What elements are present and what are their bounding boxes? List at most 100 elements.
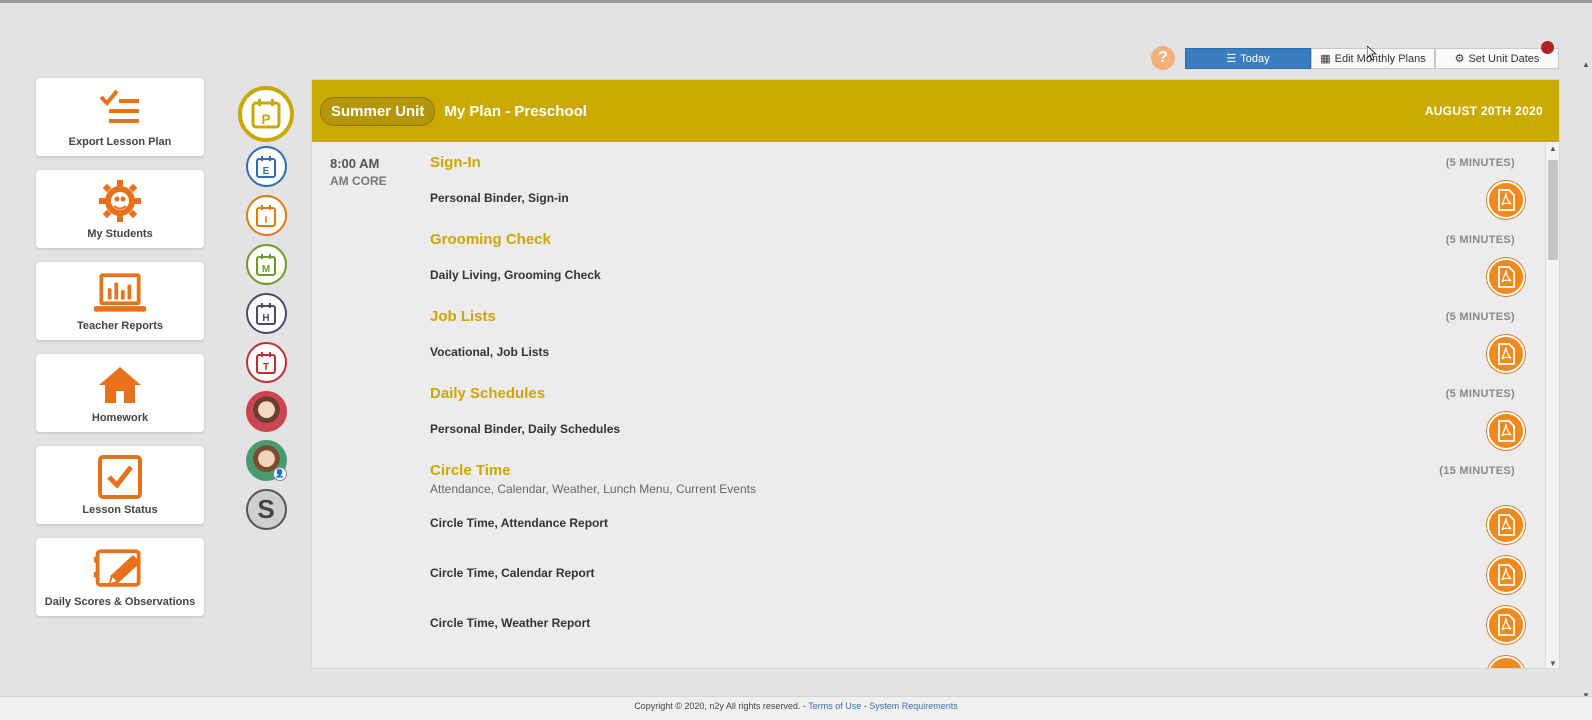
unit-pill[interactable]: Summer Unit bbox=[320, 96, 436, 126]
top-border bbox=[0, 0, 1592, 3]
nav-lesson-status[interactable]: Lesson Status bbox=[36, 446, 204, 524]
subject-circles: P E I M H T 👤 S bbox=[238, 86, 294, 538]
scroll-down-icon[interactable]: ▼ bbox=[1549, 659, 1557, 668]
plan-e-button[interactable]: E bbox=[245, 146, 287, 187]
nav-my-students[interactable]: My Students bbox=[36, 170, 204, 248]
lesson-item[interactable]: Circle Time, Calendar Report bbox=[430, 566, 595, 580]
pdf-button[interactable] bbox=[1487, 656, 1525, 668]
pdf-icon bbox=[1498, 266, 1515, 288]
terms-link[interactable]: Terms of Use bbox=[808, 701, 861, 711]
section-duration: (5 MINUTES) bbox=[1445, 157, 1515, 169]
section-duration: (5 MINUTES) bbox=[1445, 234, 1515, 246]
pdf-icon bbox=[1498, 564, 1515, 586]
edit-label: Edit Monthly Plans bbox=[1334, 52, 1426, 65]
nav-label: Export Lesson Plan bbox=[68, 136, 172, 148]
page-scrollbar[interactable]: ▲ ▼ bbox=[1578, 60, 1592, 700]
svg-text:E: E bbox=[263, 166, 270, 177]
plan-t-button[interactable]: T bbox=[245, 342, 287, 383]
pdf-icon bbox=[1498, 614, 1515, 636]
scroll-up-icon[interactable]: ▲ bbox=[1549, 144, 1557, 153]
home-icon bbox=[92, 360, 148, 410]
calendar-h-icon: H bbox=[256, 302, 276, 325]
mouse-cursor-icon bbox=[1367, 46, 1377, 60]
set-label: Set Unit Dates bbox=[1468, 52, 1540, 65]
pdf-button[interactable] bbox=[1487, 606, 1525, 644]
list-icon: ☰ bbox=[1226, 53, 1237, 65]
footer: Copyright © 2020, n2y All rights reserve… bbox=[0, 696, 1592, 720]
block-label: AM CORE bbox=[330, 174, 387, 188]
plan-h-button[interactable]: H bbox=[245, 293, 287, 334]
plan-s-button[interactable]: S bbox=[245, 489, 287, 530]
pdf-icon bbox=[1498, 420, 1515, 442]
scroll-up-icon[interactable]: ▲ bbox=[1582, 60, 1590, 69]
svg-text:P: P bbox=[261, 111, 270, 127]
section-duration: (5 MINUTES) bbox=[1445, 311, 1515, 323]
lesson-item[interactable]: Personal Binder, Daily Schedules bbox=[430, 422, 620, 436]
lesson-item[interactable]: Circle Time, Attendance Report bbox=[430, 516, 608, 530]
left-nav: Export Lesson Plan My Students Teacher R… bbox=[36, 78, 204, 630]
calendar-e-icon: E bbox=[256, 155, 276, 178]
svg-text:T: T bbox=[263, 362, 269, 373]
help-icon[interactable]: ? bbox=[1151, 46, 1175, 70]
plan-i-button[interactable]: I bbox=[245, 195, 287, 236]
nav-label: Teacher Reports bbox=[77, 320, 163, 332]
nav-label: Daily Scores & Observations bbox=[44, 596, 196, 608]
pdf-button[interactable] bbox=[1487, 335, 1525, 373]
copyright-text: Copyright © 2020, n2y All rights reserve… bbox=[634, 701, 809, 711]
pdf-button[interactable] bbox=[1487, 412, 1525, 450]
system-requirements-link[interactable]: System Requirements bbox=[869, 701, 958, 711]
student-avatar[interactable]: 👤 bbox=[245, 440, 287, 481]
calendar-m-icon: M bbox=[256, 253, 276, 276]
lesson-item[interactable]: Circle Time, Weather Report bbox=[430, 616, 590, 630]
calendar-icon: ▦ bbox=[1320, 53, 1331, 65]
s-letter: S bbox=[257, 494, 275, 524]
pdf-button[interactable] bbox=[1487, 181, 1525, 219]
user-badge-icon: 👤 bbox=[272, 467, 287, 481]
section-title[interactable]: Circle Time bbox=[430, 462, 511, 479]
section-title[interactable]: Daily Schedules bbox=[430, 385, 545, 402]
calendar-i-icon: I bbox=[256, 204, 276, 227]
clipboard-pencil-icon bbox=[92, 544, 148, 594]
notification-dot[interactable] bbox=[1541, 41, 1554, 54]
reports-laptop-icon bbox=[92, 268, 148, 318]
plan-p-button[interactable]: P bbox=[238, 86, 294, 142]
pdf-icon bbox=[1498, 514, 1515, 536]
lesson-item[interactable]: Personal Binder, Sign-in bbox=[430, 191, 569, 205]
student-avatar[interactable] bbox=[245, 391, 287, 432]
nav-label: Homework bbox=[91, 412, 149, 424]
pdf-button[interactable] bbox=[1487, 506, 1525, 544]
plan-date: AUGUST 20TH 2020 bbox=[1424, 104, 1543, 118]
section-title[interactable]: Sign-In bbox=[430, 154, 481, 171]
section-title[interactable]: Job Lists bbox=[430, 308, 496, 325]
nav-teacher-reports[interactable]: Teacher Reports bbox=[36, 262, 204, 340]
today-button[interactable]: ☰ Today bbox=[1185, 48, 1311, 69]
today-label: Today bbox=[1240, 52, 1270, 65]
section-duration: (5 MINUTES) bbox=[1445, 388, 1515, 400]
pdf-button[interactable] bbox=[1487, 556, 1525, 594]
nav-homework[interactable]: Homework bbox=[36, 354, 204, 432]
checkbox-icon bbox=[92, 452, 148, 502]
calendar-t-icon: T bbox=[256, 351, 276, 374]
lesson-item[interactable]: Vocational, Job Lists bbox=[430, 345, 549, 359]
svg-text:H: H bbox=[262, 313, 269, 324]
pdf-icon bbox=[1498, 189, 1515, 211]
time-label: 8:00 AM bbox=[330, 156, 380, 171]
gear-icon: ⚙ bbox=[1454, 53, 1465, 65]
lesson-item[interactable]: Daily Living, Grooming Check bbox=[430, 268, 601, 282]
set-unit-dates-button[interactable]: ⚙ Set Unit Dates bbox=[1435, 48, 1559, 69]
plan-title: My Plan - Preschool bbox=[444, 102, 587, 120]
schedule-content: 8:00 AM AM CORE Sign-In (5 MINUTES) Pers… bbox=[312, 142, 1559, 668]
panel-scrollbar[interactable]: ▲ ▼ bbox=[1545, 142, 1559, 668]
time-column: 8:00 AM AM CORE bbox=[330, 156, 387, 188]
nav-daily-scores[interactable]: Daily Scores & Observations bbox=[36, 538, 204, 616]
pdf-button[interactable] bbox=[1487, 258, 1525, 296]
scroll-thumb[interactable] bbox=[1548, 160, 1558, 260]
plan-banner: Summer Unit My Plan - Preschool AUGUST 2… bbox=[312, 80, 1559, 142]
section-duration: (15 MINUTES) bbox=[1439, 465, 1515, 477]
svg-text:I: I bbox=[265, 215, 268, 226]
section-subtitle: Attendance, Calendar, Weather, Lunch Men… bbox=[430, 482, 756, 496]
plan-m-button[interactable]: M bbox=[245, 244, 287, 285]
nav-export-lesson-plan[interactable]: Export Lesson Plan bbox=[36, 78, 204, 156]
section-title[interactable]: Grooming Check bbox=[430, 231, 551, 248]
students-gear-icon bbox=[92, 176, 148, 226]
